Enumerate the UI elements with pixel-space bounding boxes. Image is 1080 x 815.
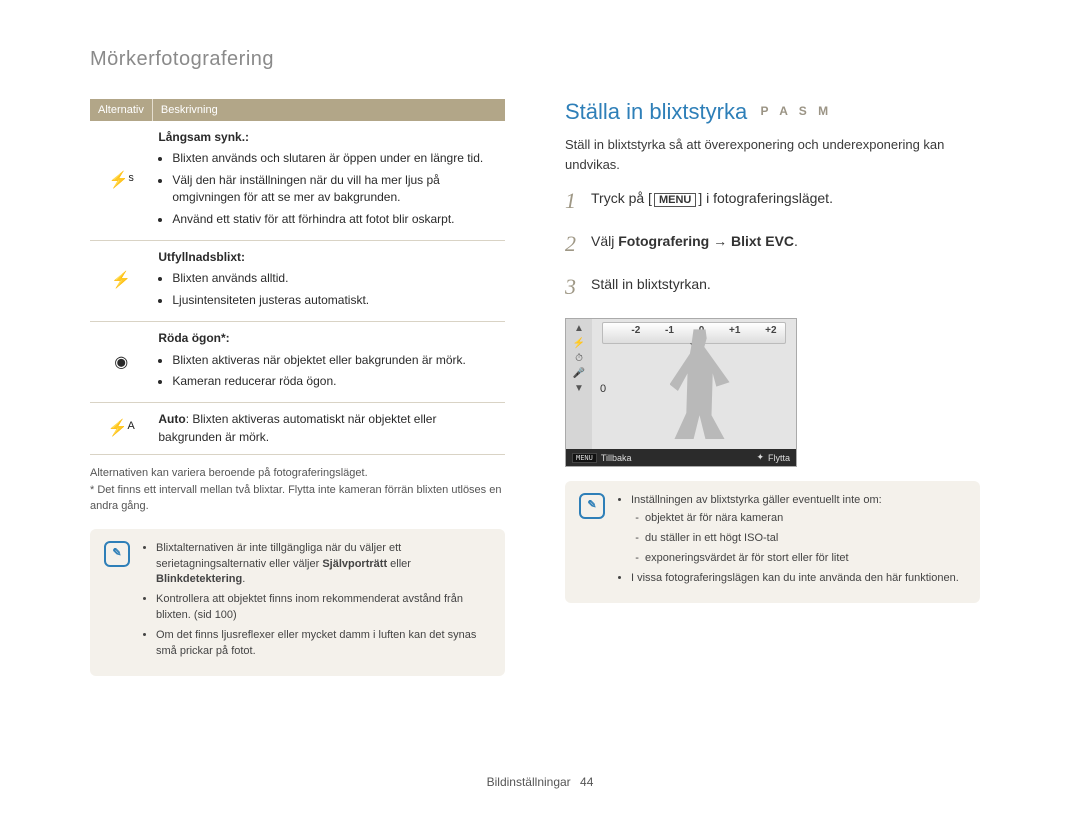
flash-options-table: Alternativ Beskrivning ⚡ˢLångsam synk.:B… [90,99,505,455]
ev-tick: -1 [665,325,674,336]
notebox-dash-item: du ställer in ett högt ISO-tal [645,531,959,547]
ev-value: 0 [600,383,606,395]
table-cell-desc: Utfyllnadsblixt:Blixten används alltid.L… [152,240,505,321]
table-bullet: Blixten används och slutaren är öppen un… [172,150,499,167]
ev-tick: +1 [729,325,740,336]
timer-icon: ⏱ [566,353,592,364]
small-note: * Det finns ett intervall mellan två bli… [90,482,505,515]
flash-fill-icon: ⚡ [90,240,152,321]
table-header-beskrivning: Beskrivning [152,99,505,121]
left-column: Alternativ Beskrivning ⚡ˢLångsam synk.:B… [90,99,505,676]
step-number: 1 [565,186,581,217]
step-number: 3 [565,272,581,303]
lcd-bottom-bar: MENU Tillbaka ✦ Flytta [566,449,796,466]
arrow-up-icon: ▲ [566,323,592,334]
note-icon [579,493,605,519]
flash-icon: ⚡ [566,338,592,349]
note-icon [104,541,130,567]
section-intro: Ställ in blixtstyrka så att överexponeri… [565,135,980,174]
lcd-back-label: Tillbaka [601,453,632,463]
table-row: ⚡Utfyllnadsblixt:Blixten används alltid.… [90,240,505,321]
subject-silhouette [670,329,730,439]
section-title: Ställa in blixtstyrka [565,99,747,124]
page-number: 44 [580,775,593,789]
lcd-move-label: Flytta [768,453,790,463]
footer-section: Bildinställningar [487,775,571,789]
breadcrumb: Mörkerfotografering [90,48,990,71]
ev-tick: +2 [765,325,776,336]
step-number: 2 [565,229,581,260]
table-bullet: Ljusintensiteten justeras automatiskt. [172,292,499,309]
mic-off-icon: 🎤 [566,368,592,379]
step-1: 1 Tryck på [MENU] i fotograferingsläget. [565,186,980,217]
table-bullet: Använd ett stativ för att förhindra att … [172,211,499,228]
notebox-item: Blixtalternativen är inte tillgängliga n… [156,541,491,589]
footer: Bildinställningar 44 [0,775,1080,789]
small-notes: Alternativen kan variera beroende på fot… [90,465,505,515]
notebox-bullet-2: I vissa fotograferingslägen kan du inte … [631,571,959,587]
table-bullet: Välj den här inställningen när du vill h… [172,172,499,207]
ev-tick: -2 [631,325,640,336]
table-row: ⚡ᴬAuto: Blixten aktiveras automatiskt nä… [90,403,505,455]
notebox-lead: Inställningen av blixtstyrka gäller even… [631,493,959,567]
table-bullet: Kameran reducerar röda ögon. [172,373,499,390]
notebox-item: Kontrollera att objektet finns inom reko… [156,592,491,624]
red-eye-icon: ◉ [90,322,152,403]
table-header-alternativ: Alternativ [90,99,152,121]
right-column: Ställa in blixtstyrka P A S M Ställ in b… [565,99,980,676]
arrow-down-icon: ▼ [566,383,592,394]
table-bullet: Blixten används alltid. [172,270,499,287]
table-cell-desc: Röda ögon*:Blixten aktiveras när objekte… [152,322,505,403]
lcd-canvas: -2-10+1+2 0 [592,319,796,449]
flash-auto-icon: ⚡ᴬ [90,403,152,455]
table-row: ◉Röda ögon*:Blixten aktiveras när objekt… [90,322,505,403]
notebox-dash-item: exponeringsvärdet är för stort eller för… [645,551,959,567]
notebox-dash-item: objektet är för nära kameran [645,511,959,527]
step-text: Tryck på [MENU] i fotograferingsläget. [591,186,980,212]
mode-badges: P A S M [761,104,833,118]
step-3: 3 Ställ in blixtstyrkan. [565,272,980,303]
menu-button-label: MENU [654,193,696,207]
table-row: ⚡ˢLångsam synk.:Blixten används och slut… [90,121,505,240]
table-cell-desc: Auto: Blixten aktiveras automatiskt när … [152,403,505,455]
lcd-sidebar: ▲ ⚡ ⏱ 🎤 ▼ [566,319,592,449]
step-text: Ställ in blixtstyrkan. [591,272,980,296]
step-2: 2 Välj Fotografering → Blixt EVC. [565,229,980,260]
table-bullet: Blixten aktiveras när objektet eller bak… [172,352,499,369]
right-notebox: Inställningen av blixtstyrka gäller even… [565,481,980,603]
menu-tag-icon: MENU [572,453,597,463]
table-cell-desc: Långsam synk.:Blixten används och slutar… [152,121,505,240]
small-note: Alternativen kan variera beroende på fot… [90,465,505,482]
dpad-icon: ✦ [756,452,764,463]
flash-slow-sync-icon: ⚡ˢ [90,121,152,240]
left-notebox: Blixtalternativen är inte tillgängliga n… [90,529,505,677]
lcd-preview: ▲ ⚡ ⏱ 🎤 ▼ -2-10+1+2 0 [565,318,797,467]
notebox-item: Om det finns ljusreflexer eller mycket d… [156,628,491,660]
step-text: Välj Fotografering → Blixt EVC. [591,229,980,253]
